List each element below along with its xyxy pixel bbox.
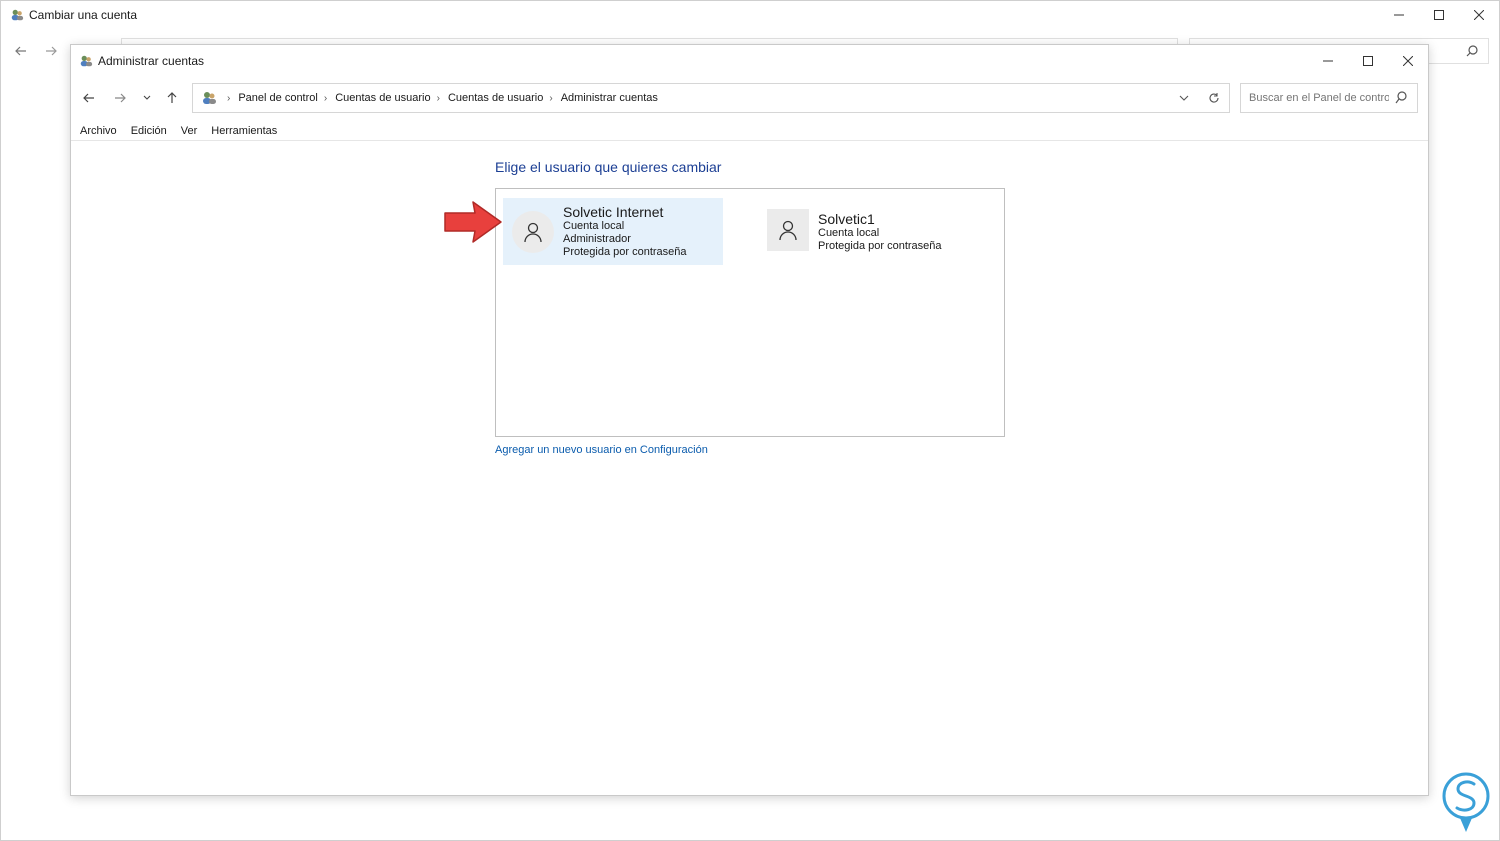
close-button[interactable] (1459, 1, 1499, 29)
maximize-icon (1434, 10, 1444, 20)
arrow-right-icon (46, 46, 57, 56)
minimize-icon (1394, 14, 1404, 16)
chevron-down-icon (143, 95, 151, 100)
breadcrumb-manage-accounts[interactable]: Administrar cuentas (561, 92, 658, 104)
refresh-icon (1209, 93, 1219, 103)
menu-bar: Archivo Edición Ver Herramientas (80, 125, 277, 141)
breadcrumb-control-panel[interactable]: Panel de control (238, 92, 318, 104)
background-titlebar: Cambiar una cuenta (1, 1, 1499, 29)
breadcrumb-separator-icon: › (323, 92, 328, 104)
window-titlebar: Administrar cuentas (71, 45, 1428, 77)
menu-item-edit[interactable]: Edición (131, 125, 167, 141)
account-name: Solvetic Internet (563, 204, 664, 220)
close-icon (1403, 56, 1413, 66)
arrow-up-icon (167, 92, 177, 103)
address-dropdown-button[interactable] (1169, 84, 1199, 112)
address-bar[interactable]: › Panel de control › Cuentas de usuario … (192, 83, 1230, 113)
account-role: Administrador (563, 233, 631, 245)
red-arrow-icon (444, 201, 502, 243)
search-input[interactable] (1249, 92, 1389, 104)
search-icon (1466, 45, 1478, 57)
maximize-button[interactable] (1419, 1, 1459, 29)
breadcrumb-user-accounts-sub[interactable]: Cuentas de usuario (448, 92, 543, 104)
users-icon (80, 55, 93, 67)
breadcrumb-user-accounts[interactable]: Cuentas de usuario (335, 92, 430, 104)
avatar (512, 211, 554, 253)
close-button[interactable] (1388, 45, 1428, 77)
search-icon (1395, 91, 1407, 104)
arrow-left-icon (15, 46, 26, 56)
menu-item-tools[interactable]: Herramientas (211, 125, 277, 141)
background-forward-button[interactable] (39, 39, 63, 63)
account-protection: Protegida por contraseña (818, 240, 942, 252)
manage-accounts-window: Administrar cuentas › Panel de control ›… (70, 44, 1429, 796)
refresh-button[interactable] (1199, 84, 1229, 112)
breadcrumb-separator-icon: › (227, 92, 231, 104)
user-icon (779, 220, 797, 241)
chevron-down-icon (1179, 95, 1189, 101)
navigation-row: › Panel de control › Cuentas de usuario … (71, 83, 1428, 113)
menu-divider (71, 140, 1428, 141)
search-box[interactable] (1240, 83, 1418, 113)
breadcrumb-separator-icon: › (436, 92, 440, 104)
background-back-button[interactable] (9, 39, 33, 63)
account-type: Cuenta local (563, 220, 625, 232)
window-title: Administrar cuentas (98, 54, 205, 68)
up-button[interactable] (160, 86, 184, 110)
minimize-button[interactable] (1379, 1, 1419, 29)
minimize-button[interactable] (1308, 45, 1348, 77)
users-icon (203, 92, 216, 104)
arrow-left-icon (83, 93, 94, 103)
minimize-icon (1323, 60, 1333, 62)
forward-button[interactable] (108, 86, 132, 110)
arrow-right-icon (115, 93, 126, 103)
maximize-button[interactable] (1348, 45, 1388, 77)
account-name: Solvetic1 (818, 211, 875, 227)
account-tile-solvetic1[interactable]: Solvetic1 Cuenta local Protegida por con… (767, 209, 987, 259)
accounts-list: Solvetic Internet Cuenta local Administr… (495, 188, 1005, 437)
menu-item-view[interactable]: Ver (181, 125, 198, 141)
maximize-icon (1363, 56, 1373, 66)
close-icon (1474, 10, 1484, 20)
users-icon (11, 9, 24, 21)
page-heading: Elige el usuario que quieres cambiar (495, 159, 722, 175)
account-protection: Protegida por contraseña (563, 246, 687, 258)
avatar (767, 209, 809, 251)
watermark-logo-icon (1442, 772, 1490, 832)
recent-locations-button[interactable] (135, 86, 159, 110)
back-button[interactable] (77, 86, 101, 110)
background-window-title: Cambiar una cuenta (29, 8, 138, 22)
user-icon (524, 222, 542, 243)
account-tile-solvetic-internet[interactable]: Solvetic Internet Cuenta local Administr… (503, 198, 723, 265)
add-user-link[interactable]: Agregar un nuevo usuario en Configuració… (495, 444, 708, 456)
account-type: Cuenta local (818, 227, 880, 239)
breadcrumb-separator-icon: › (549, 92, 553, 104)
menu-item-file[interactable]: Archivo (80, 125, 117, 141)
